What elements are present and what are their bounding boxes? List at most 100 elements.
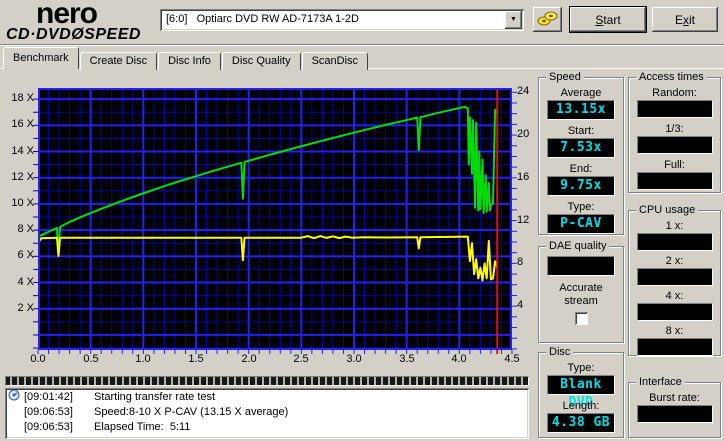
nero-cd-dvd-speed-window: nero CD·DVDØSPEED [6:0] Optiarc DVD RW A… [0, 0, 724, 441]
access-times-panel: Access times Random: 1/3: Full: [628, 71, 721, 193]
y-right-tick-label: 12 [517, 214, 530, 226]
drive-selector-combobox[interactable]: [6:0] Optiarc DVD RW AD-7173A 1-2D ▼ [160, 9, 524, 31]
interface-value-0 [636, 405, 713, 423]
access-times-item: Random: [629, 87, 720, 118]
x-tick-label: 0.0 [30, 353, 46, 365]
load-disc-button[interactable] [533, 7, 562, 32]
cpu-usage-value-0 [636, 233, 713, 251]
access-times-label-2: Full: [664, 159, 685, 171]
log-message: Speed:8-10 X P-CAV (13.15 X average) [94, 406, 289, 418]
log-entry[interactable]: [09:01:42] Starting transfer rate test [8, 389, 529, 406]
access-times-item: 1/3: [629, 123, 720, 154]
y-right-tick-label: 20 [517, 128, 530, 140]
interface-item: Burst rate: [629, 392, 720, 423]
log-timestamp: [09:06:53] [24, 406, 73, 418]
speed-panel: Speed Average 13.15x Start: 7.53x End: 9.75x T… [538, 71, 624, 235]
y-left-tick-label: 10 X [11, 197, 34, 209]
speed-label-1: Start: [567, 125, 595, 137]
cpu-usage-panel-title: CPU usage [636, 204, 699, 216]
x-tick-label: 3.5 [399, 353, 415, 365]
y-right-tick-label: 4 [517, 299, 524, 311]
y-left-tick-label: 2 X [17, 302, 34, 314]
tab-benchmark[interactable]: Benchmark [3, 47, 79, 69]
y-right-tick-label: 8 [517, 256, 524, 268]
nero-logo: nero CD·DVDØSPEED [6, 0, 156, 43]
y-right-tick-label: 16 [517, 171, 530, 183]
nero-logo-text: nero [36, 0, 98, 30]
disc-value-0: Blank DVD [547, 375, 615, 410]
dae-quality-panel-title: DAE quality [546, 240, 610, 252]
disc-label-1: Length: [562, 400, 600, 412]
cpu-usage-value-2 [636, 303, 713, 321]
speed-value-3: P-CAV [547, 214, 615, 234]
interface-panel-title: Interface [636, 376, 685, 388]
drive-selector-value: [6:0] Optiarc DVD RW AD-7173A 1-2D [166, 13, 359, 25]
speed-item: Type: P-CAV [539, 201, 623, 234]
disc-glyph-icon: Ø [71, 26, 85, 43]
log-entry[interactable]: [09:06:53] Elapsed Time: 5:11 [8, 420, 529, 435]
tab-scandisc[interactable]: ScanDisc [301, 52, 369, 70]
x-tick-label: 1.5 [188, 353, 204, 365]
log-listbox[interactable]: [09:01:42] Starting transfer rate test [09… [5, 388, 529, 439]
cpu-usage-label-3: 8 x: [665, 325, 684, 337]
cpu-usage-item: 8 x: [629, 325, 720, 356]
tab-bar: Benchmark Create Disc Disc Info Disc Qualit… [3, 47, 369, 70]
progress-bar [5, 376, 529, 386]
log-timestamp: [09:06:53] [24, 421, 73, 433]
speed-item: End: 9.75x [539, 163, 623, 196]
access-times-label-0: Random: [652, 87, 697, 99]
speed-panel-title: Speed [546, 71, 584, 83]
dae-quality-panel: DAE quality Accurate stream [538, 240, 624, 343]
y-left-tick-label: 6 X [17, 249, 34, 261]
speed-value-0: 13.15x [547, 100, 615, 120]
y-right-tick-label: 24 [517, 85, 530, 97]
interface-panel: Interface Burst rate: [628, 376, 721, 438]
disc-label-0: Type: [567, 362, 595, 374]
toolbar-divider [0, 44, 724, 46]
speed-item: Start: 7.53x [539, 125, 623, 158]
y-left-tick-label: 18 X [11, 92, 34, 104]
log-message: Elapsed Time: 5:11 [94, 421, 191, 433]
tab-disc-quality[interactable]: Disc Quality [221, 52, 301, 70]
speed-label-2: End: [569, 163, 593, 175]
cpu-usage-label-0: 1 x: [665, 220, 684, 232]
discs-icon [536, 11, 560, 30]
tab-create-disc[interactable]: Create Disc [79, 52, 158, 70]
access-times-label-1: 1/3: [665, 123, 684, 135]
x-tick-label: 4.5 [504, 353, 520, 365]
x-tick-label: 1.0 [135, 353, 151, 365]
disc-item: Length: 4.38 GB [539, 400, 623, 433]
chevron-down-icon[interactable]: ▼ [505, 11, 522, 29]
y-left-tick-label: 12 X [11, 171, 34, 183]
exit-button[interactable]: Exit [652, 7, 718, 32]
x-tick-label: 0.5 [83, 353, 99, 365]
speed-label-0: Average [560, 87, 602, 99]
accurate-stream-checkbox[interactable] [574, 312, 588, 325]
y-left-tick-label: 8 X [17, 223, 34, 235]
access-times-panel-title: Access times [636, 71, 707, 83]
disc-panel: Disc Type: Blank DVD Length: 4.38 GB [538, 346, 624, 438]
speed-value-2: 9.75x [547, 176, 615, 196]
disc-value-1: 4.38 GB [547, 413, 615, 433]
speed-value-1: 7.53x [547, 138, 615, 158]
disc-item: Type: Blank DVD [539, 362, 623, 410]
y-left-tick-label: 14 X [11, 145, 34, 157]
x-tick-label: 4.0 [451, 353, 467, 365]
x-tick-label: 2.5 [293, 353, 309, 365]
disc-panel-title: Disc [546, 346, 574, 358]
speed-label-3: Type: [567, 201, 595, 213]
cd-dvd-speed-logo-text: CD·DVDØSPEED [6, 26, 141, 43]
x-tick-label: 2.0 [241, 353, 257, 365]
y-left-tick-label: 4 X [17, 276, 34, 288]
dae-quality-value [547, 256, 615, 276]
log-entry[interactable]: [09:06:53] Speed:8-10 X P-CAV (13.15 X av… [8, 405, 529, 420]
access-times-value-1 [636, 136, 713, 154]
transfer-test-icon [8, 389, 24, 406]
tab-disc-info[interactable]: Disc Info [158, 52, 221, 70]
cpu-usage-label-2: 4 x: [665, 290, 684, 302]
cpu-usage-item: 4 x: [629, 290, 720, 321]
start-button[interactable]: Start [570, 7, 646, 32]
cpu-usage-label-1: 2 x: [665, 255, 684, 267]
interface-label-0: Burst rate: [649, 392, 700, 404]
cpu-usage-panel: CPU usage 1 x: 2 x: 4 x: 8 x: [628, 204, 721, 356]
